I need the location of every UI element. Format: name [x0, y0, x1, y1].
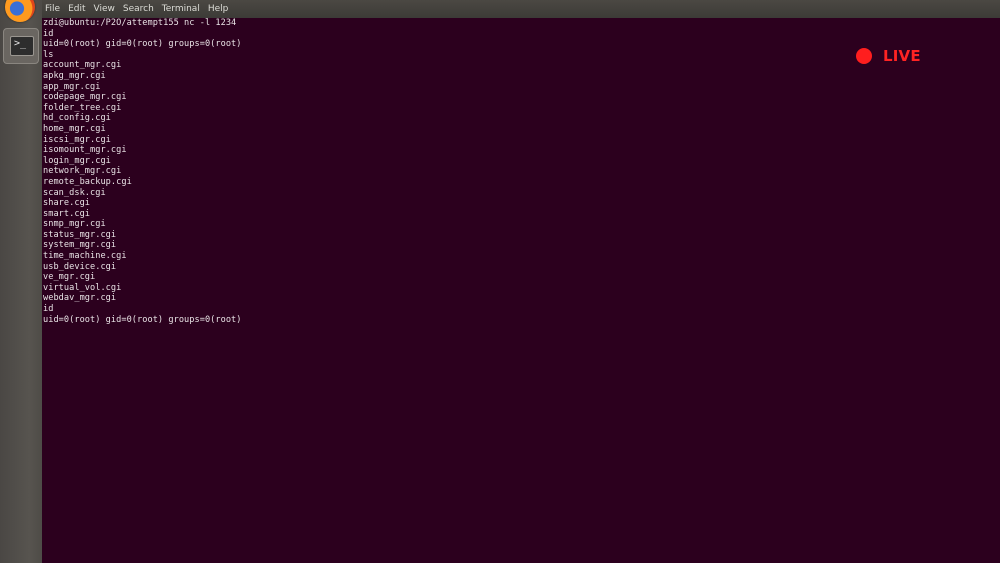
terminal-line: share.cgi [43, 198, 91, 209]
terminal-line: ve_mgr.cgi [43, 272, 96, 283]
menu-search[interactable]: Search [123, 0, 154, 18]
terminal-line: remote_backup.cgi [43, 176, 132, 187]
terminal-line: id [43, 28, 54, 39]
terminal-line: network_mgr.cgi [43, 166, 122, 177]
firefox-icon[interactable] [5, 0, 35, 22]
terminal-line: codepage_mgr.cgi [43, 92, 127, 103]
terminal-lines: zdi@ubuntu:/P2O/attempt155 nc -l 1234 id u… [43, 18, 242, 325]
terminal-line: smart.cgi [43, 208, 91, 219]
terminal-line: uid=0(root) gid=0(root) groups=0(root) [43, 39, 242, 50]
terminal-line: iscsi_mgr.cgi [43, 134, 111, 145]
terminal-line: system_mgr.cgi [43, 240, 117, 251]
terminal-line: app_mgr.cgi [43, 81, 101, 92]
launcher-sidebar: >_ [0, 0, 43, 563]
terminal-line: scan_dsk.cgi [43, 187, 106, 198]
menu-file[interactable]: File [45, 0, 60, 18]
terminal-line: folder_tree.cgi [43, 102, 122, 113]
terminal-line: ls [43, 49, 54, 60]
terminal-line: usb_device.cgi [43, 261, 117, 272]
terminal-line: webdav_mgr.cgi [43, 293, 117, 304]
live-indicator-icon [856, 48, 872, 64]
menu-help[interactable]: Help [208, 0, 229, 18]
terminal-line: apkg_mgr.cgi [43, 70, 106, 81]
live-badge: LIVE [856, 47, 921, 65]
terminal-line: virtual_vol.cgi [43, 282, 122, 293]
terminal-line: isomount_mgr.cgi [43, 145, 127, 156]
terminal-line: zdi@ubuntu:/P2O/attempt155 nc -l 1234 [43, 18, 237, 28]
terminal-line: uid=0(root) gid=0(root) groups=0(root) [43, 314, 242, 325]
menu-edit[interactable]: Edit [68, 0, 85, 18]
terminal-prompt-glyph: >_ [14, 38, 27, 49]
menu-terminal[interactable]: Terminal [162, 0, 200, 18]
terminal-launcher-button[interactable]: >_ [3, 28, 39, 64]
menu-bar: File Edit View Search Terminal Help [42, 0, 1000, 18]
terminal-line: id [43, 304, 54, 315]
terminal-line: status_mgr.cgi [43, 229, 117, 240]
terminal-line: login_mgr.cgi [43, 155, 111, 166]
terminal-output-area[interactable]: zdi@ubuntu:/P2O/attempt155 nc -l 1234 id u… [42, 18, 1000, 563]
desktop-screen: >_ File Edit View Search Terminal Help z… [0, 0, 1000, 563]
terminal-line: snmp_mgr.cgi [43, 219, 106, 230]
terminal-icon: >_ [10, 36, 34, 56]
terminal-line: hd_config.cgi [43, 113, 111, 124]
terminal-line: home_mgr.cgi [43, 123, 106, 134]
terminal-line: account_mgr.cgi [43, 60, 122, 71]
terminal-line: time_machine.cgi [43, 251, 127, 262]
live-label: LIVE [883, 47, 921, 65]
menu-view[interactable]: View [94, 0, 115, 18]
